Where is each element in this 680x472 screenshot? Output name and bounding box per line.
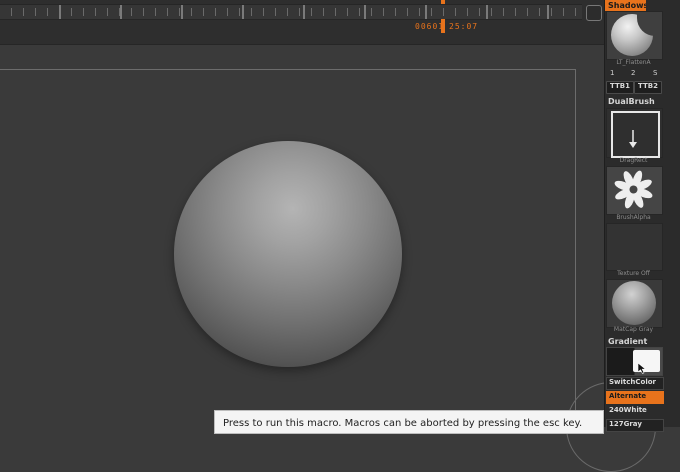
arrow-down-icon — [629, 130, 637, 148]
timeline-keyframe-marker[interactable] — [441, 0, 445, 4]
timeline-track[interactable] — [0, 4, 582, 20]
sphere-model[interactable] — [174, 141, 402, 367]
texture-caption: Texture Off — [617, 270, 650, 277]
gradient-label: Gradient — [608, 337, 648, 346]
timeline-end-button[interactable] — [586, 5, 602, 21]
mouse-cursor-icon — [638, 363, 647, 374]
matcap-caption: MatCap Gray — [613, 326, 654, 333]
frame-readout: 00601 — [415, 22, 445, 31]
alpha-caption: BrushAlpha — [616, 214, 651, 221]
alpha-thumbnail[interactable] — [606, 166, 663, 215]
timeline[interactable]: 00601 25:07 — [0, 0, 604, 44]
gray-value[interactable]: 127Gray — [606, 419, 664, 432]
texture-thumbnail[interactable] — [606, 223, 663, 271]
swirl-alpha-icon — [614, 170, 653, 209]
matcap-sphere-icon — [612, 281, 656, 325]
brush-slot-1[interactable]: 1 — [610, 69, 614, 77]
timeline-major-ticks — [0, 5, 582, 19]
dragrect-icon — [611, 111, 660, 158]
ttb2-button[interactable]: TTB2 — [634, 81, 662, 94]
brush-slot-2[interactable]: 2 — [631, 69, 635, 77]
tooltip-text: Press to run this macro. Macros can be a… — [223, 418, 583, 429]
brush-slot-s[interactable]: S — [653, 69, 657, 77]
stroke-caption: DragRect — [619, 157, 648, 164]
dualbrush-label: DualBrush — [608, 97, 655, 106]
ttb1-button[interactable]: TTB1 — [606, 81, 634, 94]
switchcolor-button[interactable]: SwitchColor — [606, 377, 664, 390]
white-value[interactable]: 240White — [606, 405, 664, 418]
macro-tooltip: Press to run this macro. Macros can be a… — [214, 410, 604, 434]
time-readout: 25:07 — [449, 22, 479, 31]
alternate-button[interactable]: Alternate — [606, 391, 664, 404]
brush-caption: LT_FlattenA — [616, 59, 651, 66]
shadows-button[interactable]: Shadows — [605, 0, 646, 11]
